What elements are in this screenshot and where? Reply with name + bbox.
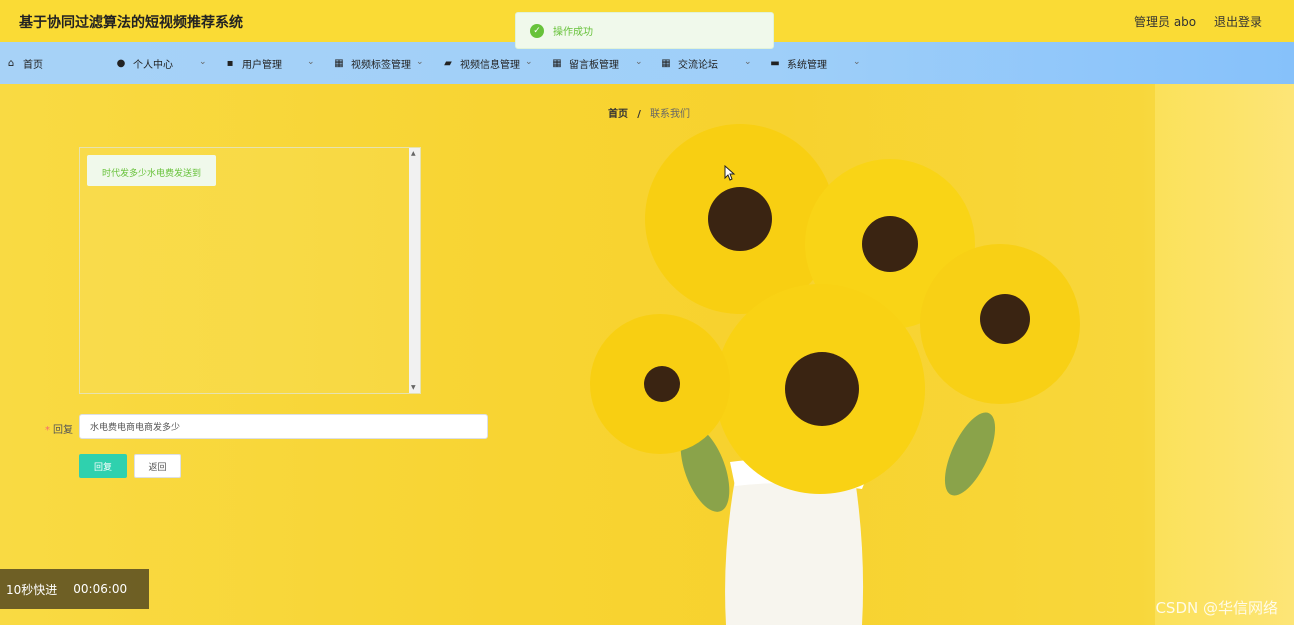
nav-label: 用户管理 [242,59,282,71]
message-bubble: 时代发多少水电费发送到 [87,155,217,186]
nav-label: 个人中心 [133,59,173,71]
site-title: 基于协同过滤算法的短视频推荐系统 [19,15,243,31]
monitor-icon: ▬ [770,57,780,69]
nav-item-video-tag-management[interactable]: ▦ 视频标签管理 ⌄ [334,42,423,84]
toast-message: 操作成功 [553,27,593,38]
nav-item-video-info-management[interactable]: ▰ 视频信息管理 ⌄ [443,42,532,84]
scrollbar-thumb[interactable] [411,160,418,381]
user-area: 管理员 abo 退出登录 [1120,13,1262,30]
success-toast: ✓ 操作成功 [515,12,774,49]
breadcrumb: 首页 / 联系我们 [608,105,690,120]
chat-icon: ▪ [226,57,234,69]
grid-icon: ▦ [334,57,344,69]
video-time: 00:06:00 [73,582,128,596]
chevron-down-icon: ⌄ [307,57,315,67]
breadcrumb-separator: / [637,109,641,120]
chevron-down-icon: ⌄ [416,57,424,67]
logout-link[interactable]: 退出登录 [1214,15,1262,29]
back-button[interactable]: 返回 [134,454,181,478]
message-history-box[interactable]: 时代发多少水电费发送到 ▲ ▼ [79,147,421,394]
chevron-down-icon: ⌄ [853,57,861,67]
reply-label-text: 回复 [53,425,73,436]
reply-label: * 回复 [45,421,73,436]
folder-icon: ▰ [444,57,452,69]
nav-label: 交流论坛 [678,59,718,71]
home-icon: ⌂ [7,57,15,69]
nav-label: 视频信息管理 [460,59,520,71]
chevron-down-icon: ⌄ [199,57,207,67]
video-player-overlay: 10秒快进 00:06:00 [0,569,149,609]
scroll-up-arrow-icon[interactable]: ▲ [411,150,416,157]
nav-item-user-management[interactable]: ▪ 用户管理 ⌄ [225,42,315,84]
grid-icon: ▦ [661,57,671,69]
mouse-cursor-icon [724,165,736,181]
required-asterisk: * [45,425,50,436]
nav-item-home[interactable]: ⌂ 首页 [6,42,43,84]
reply-button[interactable]: 回复 [79,454,127,478]
breadcrumb-home[interactable]: 首页 [608,109,628,120]
chevron-down-icon: ⌄ [635,57,643,67]
breadcrumb-current: 联系我们 [650,109,691,120]
nav-label: 视频标签管理 [351,59,411,71]
current-user: 管理员 abo [1134,15,1197,29]
user-icon: ● [116,57,126,69]
nav-item-personal-center[interactable]: ● 个人中心 ⌄ [116,42,207,84]
check-circle-icon: ✓ [530,23,544,38]
grid-icon: ▦ [552,57,562,69]
reply-input[interactable] [79,414,488,439]
chevron-down-icon: ⌄ [744,57,752,67]
scroll-down-arrow-icon[interactable]: ▼ [411,384,416,391]
skip-forward-button[interactable]: 10秒快进 [6,581,57,598]
watermark: CSDN @华信网络 [1155,599,1278,617]
chevron-down-icon: ⌄ [525,57,533,67]
nav-item-system-management[interactable]: ▬ 系统管理 ⌄ [770,42,860,84]
nav-label: 系统管理 [787,59,827,71]
nav-label: 首页 [23,59,43,71]
scrollbar[interactable]: ▲ ▼ [409,148,420,393]
nav-label: 留言板管理 [569,59,619,71]
